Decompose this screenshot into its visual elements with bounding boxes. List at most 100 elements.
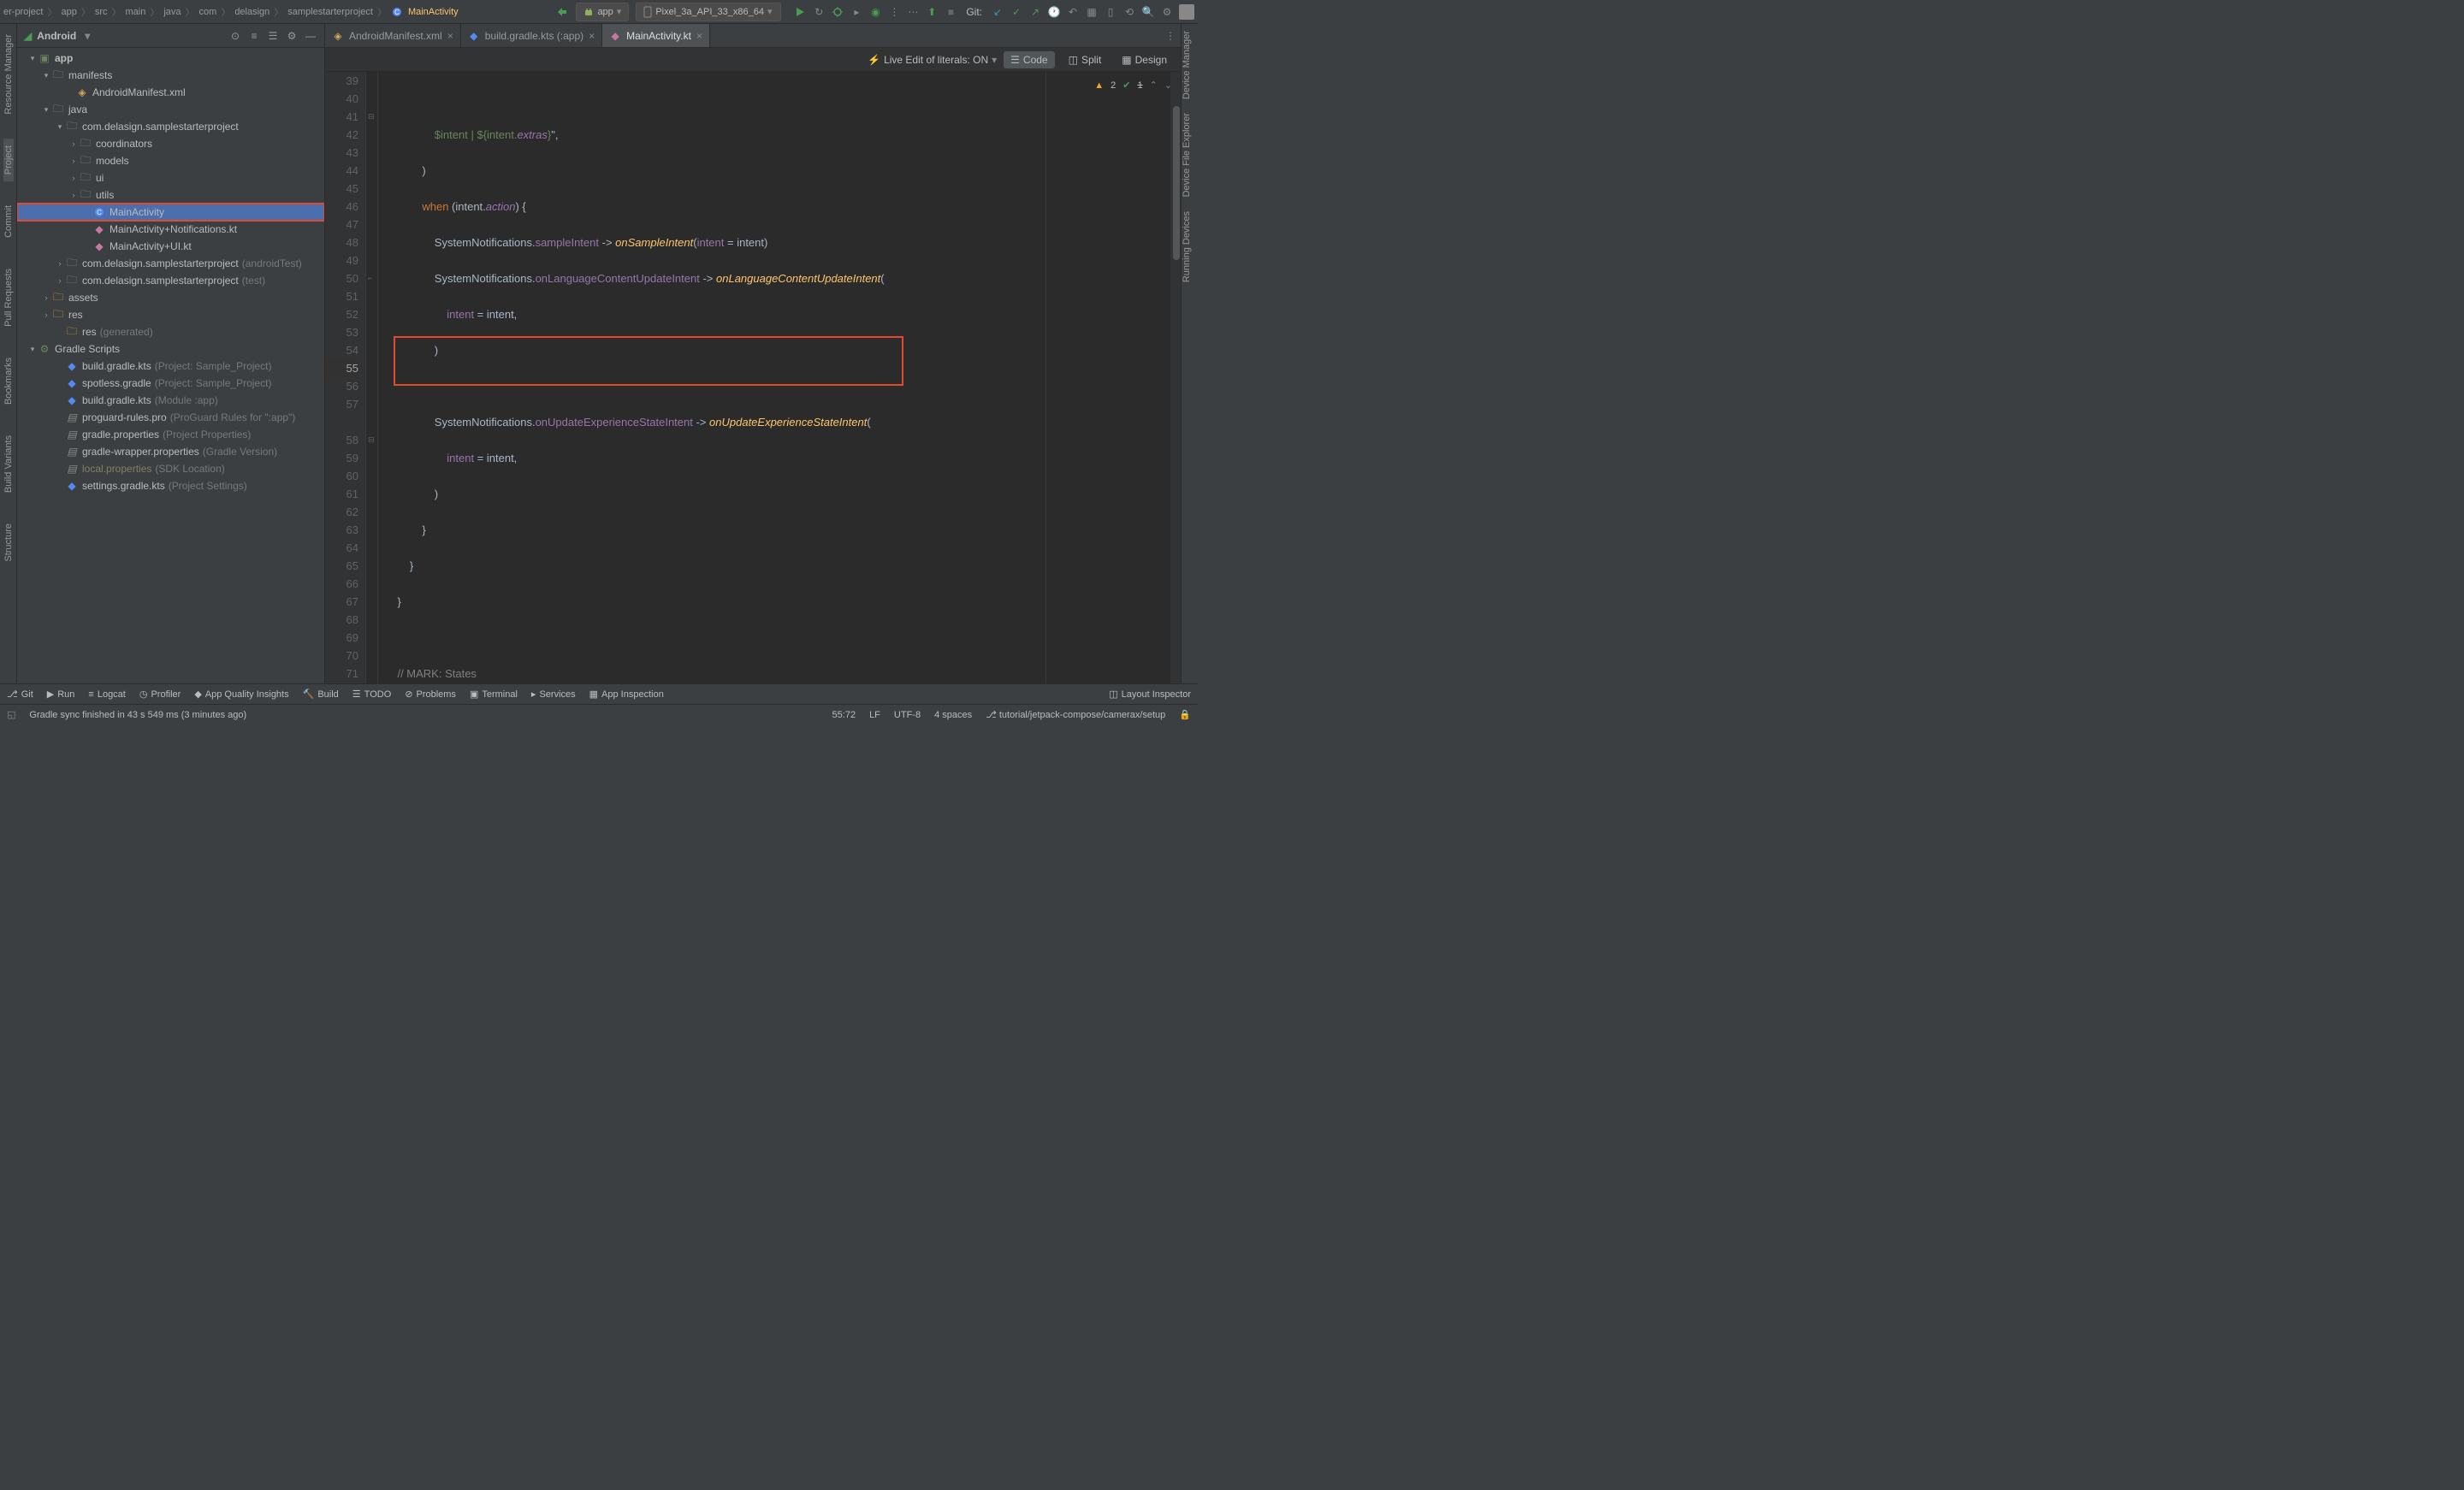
tab-build-gradle[interactable]: ◆build.gradle.kts (:app)× (461, 24, 602, 47)
tree-folder-ui[interactable]: ›🗀ui (17, 169, 324, 186)
project-tree[interactable]: ▾▣app ▾🗀manifests ◈AndroidManifest.xml ▾… (17, 48, 324, 683)
mode-split-button[interactable]: ◫ Split (1062, 51, 1109, 68)
tree-file-spotless[interactable]: ◆spotless.gradle(Project: Sample_Project… (17, 375, 324, 392)
sdk-icon[interactable]: ▯ (1104, 5, 1117, 19)
rail-commit[interactable]: Commit (3, 198, 14, 245)
tree-module-app[interactable]: ▾▣app (17, 50, 324, 67)
next-highlight-icon[interactable]: ⌄ (1164, 77, 1172, 95)
rail-structure[interactable]: Structure (3, 517, 14, 569)
avatar-icon[interactable] (1179, 4, 1194, 20)
tree-file-proguard[interactable]: ▤proguard-rules.pro(ProGuard Rules for "… (17, 409, 324, 426)
tool-logcat[interactable]: ≡Logcat (88, 689, 125, 700)
rail-project[interactable]: Project (3, 139, 14, 181)
line-gutter[interactable]: 39 40 41 42 43 44 45 46 47 48 49 50 51 5… (325, 72, 366, 683)
chevron-down-icon[interactable]: ▾ (85, 30, 90, 42)
tab-manifest[interactable]: ◈AndroidManifest.xml× (325, 24, 461, 47)
bc-item[interactable]: main (126, 7, 146, 17)
close-icon[interactable]: × (447, 30, 453, 42)
tool-window-toggle-icon[interactable]: ◱ (7, 709, 15, 720)
tree-file-local-props[interactable]: ▤local.properties(SDK Location) (17, 460, 324, 477)
apply-changes-icon[interactable]: ⬆ (925, 5, 939, 19)
more-actions-icon[interactable]: ⋯ (906, 5, 920, 19)
bc-item[interactable]: app (61, 7, 76, 17)
target-icon[interactable]: ⊙ (228, 29, 242, 43)
close-icon[interactable]: × (696, 30, 702, 42)
options-icon[interactable]: ⚙ (285, 29, 299, 43)
tree-file-build-gradle-project[interactable]: ◆build.gradle.kts(Project: Sample_Projec… (17, 358, 324, 375)
expand-icon[interactable]: ☰ (266, 29, 280, 43)
tree-folder-utils[interactable]: ›🗀utils (17, 186, 324, 204)
project-view-selector[interactable]: Android (37, 30, 76, 42)
bc-item[interactable]: com (199, 7, 217, 17)
bc-item[interactable]: samplestarterproject (287, 7, 373, 17)
tree-folder-java[interactable]: ▾🗀java (17, 101, 324, 118)
bc-item[interactable]: java (163, 7, 181, 17)
tool-todo[interactable]: ☰TODO (352, 689, 391, 700)
rail-device-manager[interactable]: Device Manager (1182, 24, 1192, 106)
mode-code-button[interactable]: ☰ Code (1004, 51, 1054, 68)
tab-options-icon[interactable]: ⋮ (1160, 24, 1181, 47)
git-branch[interactable]: ⎇ tutorial/jetpack-compose/camerax/setup (986, 709, 1165, 720)
debug-icon[interactable] (831, 5, 844, 19)
tool-problems[interactable]: ⊘Problems (405, 689, 456, 700)
breadcrumb[interactable]: er-project〉 app〉 src〉 main〉 java〉 com〉 d… (3, 5, 459, 19)
history-icon[interactable]: 🕐 (1047, 5, 1061, 19)
bc-item[interactable]: delasign (234, 7, 270, 17)
fold-marker-icon[interactable]: ⊟ (368, 108, 375, 126)
bc-item[interactable]: er-project (3, 7, 43, 17)
tree-file-manifest[interactable]: ◈AndroidManifest.xml (17, 84, 324, 101)
rollback-icon[interactable]: ↶ (1066, 5, 1080, 19)
tool-aqi[interactable]: ◆App Quality Insights (194, 689, 288, 700)
tree-file-ui[interactable]: ◆MainActivity+UI.kt (17, 238, 324, 255)
tree-folder-res-gen[interactable]: 🗀res(generated) (17, 323, 324, 340)
tree-folder-manifests[interactable]: ▾🗀manifests (17, 67, 324, 84)
tree-gradle-scripts[interactable]: ▾⚙Gradle Scripts (17, 340, 324, 358)
bc-item[interactable]: src (95, 7, 108, 17)
tree-file-mainactivity[interactable]: CMainActivity (17, 204, 324, 221)
git-pull-icon[interactable]: ↙ (991, 5, 1004, 19)
run-icon[interactable] (793, 5, 807, 19)
inspection-status[interactable]: ▲2 ✔1 ⌃ ⌄ (1094, 77, 1172, 95)
coverage-icon[interactable]: ▸ (850, 5, 863, 19)
rail-device-file-explorer[interactable]: Device File Explorer (1182, 106, 1192, 204)
mode-design-button[interactable]: ▦ Design (1115, 51, 1174, 68)
indent-setting[interactable]: 4 spaces (934, 710, 972, 720)
live-edit-toggle[interactable]: ⚡Live Edit of literals: ON▾ (868, 54, 997, 66)
profile-icon[interactable]: ◉ (868, 5, 882, 19)
rail-resource-manager[interactable]: Resource Manager (3, 27, 14, 121)
tree-folder-res[interactable]: ›🗀res (17, 306, 324, 323)
close-icon[interactable]: × (589, 30, 595, 42)
prev-highlight-icon[interactable]: ⌃ (1150, 77, 1158, 95)
avd-icon[interactable]: ▦ (1085, 5, 1099, 19)
tree-file-wrapper-props[interactable]: ▤gradle-wrapper.properties(Gradle Versio… (17, 443, 324, 460)
search-icon[interactable]: 🔍 (1141, 5, 1155, 19)
rail-build-variants[interactable]: Build Variants (3, 429, 14, 500)
tree-package-test[interactable]: ›🗀com.delasign.samplestarterproject(test… (17, 272, 324, 289)
run-config-selector[interactable]: app ▾ (576, 3, 629, 21)
error-stripe[interactable] (1170, 72, 1181, 683)
fold-column[interactable]: ⊟ ⌐ ⊟ (366, 72, 378, 683)
rail-running-devices[interactable]: Running Devices (1182, 204, 1192, 289)
git-commit-icon[interactable]: ✓ (1010, 5, 1023, 19)
stop-icon[interactable]: ■ (944, 5, 957, 19)
tree-package-androidtest[interactable]: ›🗀com.delasign.samplestarterproject(andr… (17, 255, 324, 272)
fold-marker-icon[interactable]: ⊟ (368, 431, 375, 449)
tree-folder-models[interactable]: ›🗀models (17, 152, 324, 169)
code-content[interactable]: $intent | ${intent.extras}", ) when (int… (378, 72, 1181, 683)
git-push-icon[interactable]: ↗ (1028, 5, 1042, 19)
device-selector[interactable]: Pixel_3a_API_33_x86_64 ▾ (636, 3, 781, 21)
attach-debugger-icon[interactable]: ⋮ (887, 5, 901, 19)
tool-services[interactable]: ▸Services (531, 689, 576, 700)
tree-file-notifications[interactable]: ◆MainActivity+Notifications.kt (17, 221, 324, 238)
sync-icon[interactable] (555, 5, 569, 19)
tool-build[interactable]: 🔨Build (303, 689, 339, 700)
tool-layout-inspector[interactable]: ◫Layout Inspector (1109, 689, 1191, 700)
tree-folder-assets[interactable]: ›🗀assets (17, 289, 324, 306)
cursor-position[interactable]: 55:72 (832, 710, 856, 720)
tree-file-gradle-props[interactable]: ▤gradle.properties(Project Properties) (17, 426, 324, 443)
file-encoding[interactable]: UTF-8 (894, 710, 921, 720)
code-editor[interactable]: 39 40 41 42 43 44 45 46 47 48 49 50 51 5… (325, 72, 1181, 683)
lock-icon[interactable]: 🔒 (1179, 709, 1191, 720)
settings-icon[interactable]: ⚙ (1160, 5, 1174, 19)
bc-item[interactable]: MainActivity (408, 7, 459, 17)
